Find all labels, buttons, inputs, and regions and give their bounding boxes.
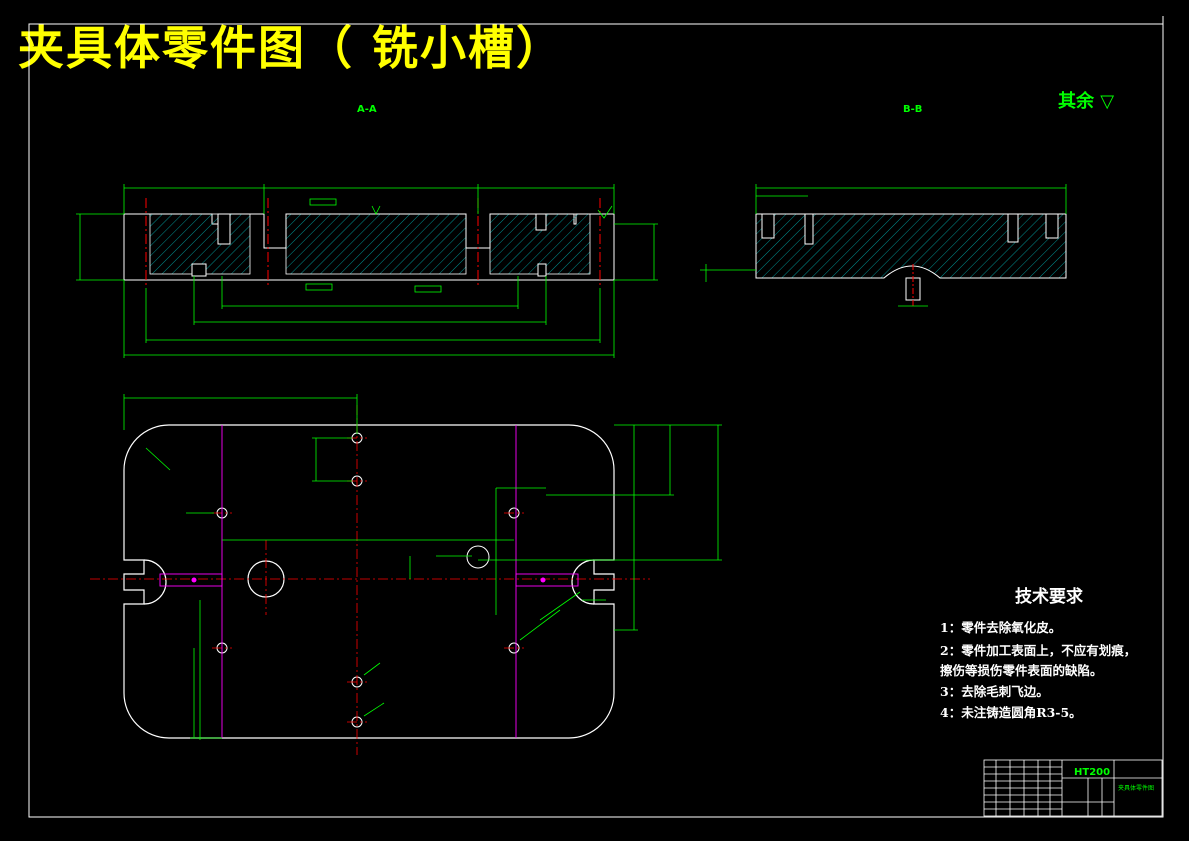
section-a-view bbox=[76, 184, 658, 358]
drawing-canvas bbox=[28, 16, 1164, 818]
title-block bbox=[983, 759, 1163, 817]
plan-view bbox=[90, 394, 722, 755]
drawing-frame bbox=[28, 23, 1164, 818]
section-b-view bbox=[700, 184, 1067, 307]
